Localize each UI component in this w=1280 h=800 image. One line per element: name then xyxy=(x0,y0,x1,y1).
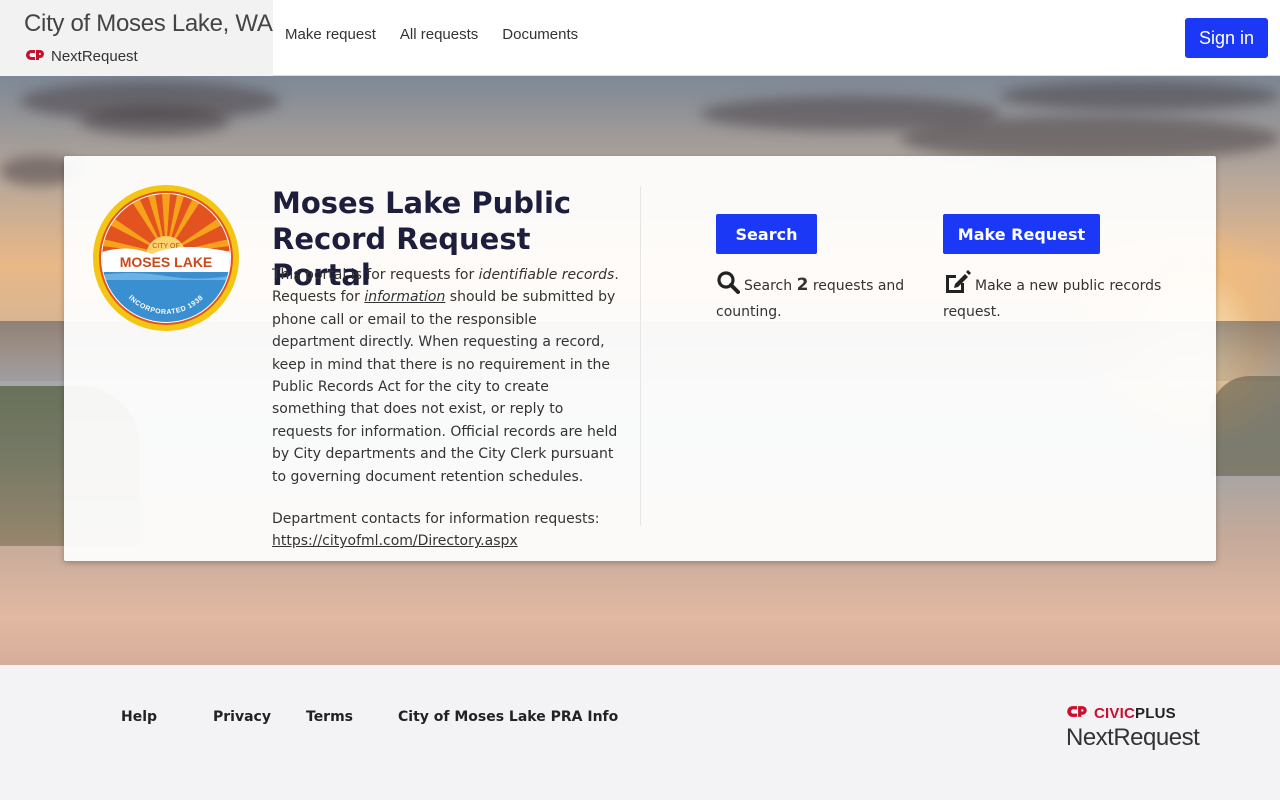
footer-privacy-link[interactable]: Privacy xyxy=(213,709,271,725)
search-button[interactable]: Search xyxy=(716,214,817,254)
search-icon xyxy=(716,270,740,301)
brand-block[interactable]: City of Moses Lake, WA NextRequest xyxy=(0,0,273,76)
portal-description: This portal is for requests for identifi… xyxy=(272,264,624,553)
footer-terms-link[interactable]: Terms xyxy=(306,709,353,725)
contacts-label: Department contacts for information requ… xyxy=(272,511,600,528)
seal-name: MOSES LAKE xyxy=(120,254,213,270)
make-request-button[interactable]: Make Request xyxy=(943,214,1100,254)
main-nav: Make request All requests Documents xyxy=(285,26,578,43)
nav-make-request[interactable]: Make request xyxy=(285,26,376,43)
footer-help-link[interactable]: Help xyxy=(121,709,157,725)
nav-all-requests[interactable]: All requests xyxy=(400,26,478,43)
top-header: City of Moses Lake, WA NextRequest Make … xyxy=(0,0,1280,76)
civicplus-mark-icon xyxy=(1066,705,1088,722)
directory-link[interactable]: https://cityofml.com/Directory.aspx xyxy=(272,533,518,549)
footer-pra-info-link[interactable]: City of Moses Lake PRA Info xyxy=(398,709,618,725)
edit-icon xyxy=(943,270,971,301)
city-seal-logo: CITY OF MOSES LAKE INCORPORATED 1938 xyxy=(92,184,240,332)
footer: Help Privacy Terms City of Moses Lake PR… xyxy=(0,665,1280,800)
nav-documents[interactable]: Documents xyxy=(502,26,578,43)
intro-paragraph: This portal is for requests for identifi… xyxy=(272,267,619,485)
sign-in-button[interactable]: Sign in xyxy=(1185,18,1268,58)
civicplus-logo-icon xyxy=(25,48,45,65)
nextrequest-brand: NextRequest xyxy=(25,48,138,65)
civicplus-logo: CIVICPLUS xyxy=(1066,705,1199,722)
civicplus-branding: CIVICPLUS NextRequest xyxy=(1066,705,1200,752)
search-description: Search 2 requests and counting. xyxy=(716,270,916,323)
product-name: NextRequest xyxy=(51,48,138,65)
city-title[interactable]: City of Moses Lake, WA xyxy=(24,10,273,38)
request-count: 2 xyxy=(796,275,809,295)
footer-product-name: NextRequest xyxy=(1066,724,1200,751)
card-divider xyxy=(640,186,641,526)
seal-top-text: CITY OF xyxy=(152,243,179,250)
portal-card: CITY OF MOSES LAKE INCORPORATED 1938 Mos… xyxy=(64,156,1216,561)
make-request-description: Make a new public records request. xyxy=(943,270,1173,323)
